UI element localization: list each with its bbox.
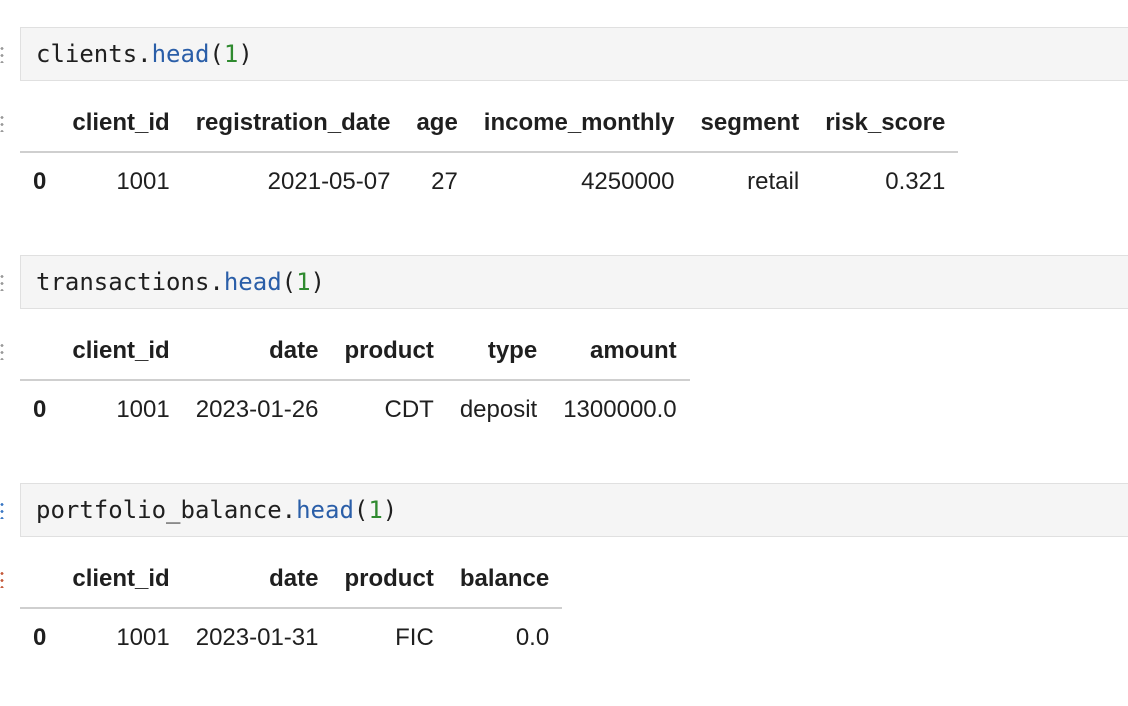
column-header: age — [416, 109, 458, 136]
row-index: 0 — [33, 624, 47, 651]
dataframe-output: client_id date product type amount 0 100… — [20, 323, 690, 439]
code-method: head — [296, 496, 354, 524]
code-object: clients — [36, 40, 138, 68]
column-header: client_id — [72, 109, 170, 136]
column-header: risk_score — [825, 109, 946, 136]
table-cell: 1001 — [116, 168, 170, 195]
cell-prompt-marker — [0, 45, 4, 63]
table-cell: 2023-01-26 — [195, 396, 319, 423]
table-header-row: client_id date product balance — [20, 551, 563, 608]
column-header: product — [344, 337, 434, 364]
column-header: registration_date — [195, 109, 391, 136]
dataframe-output: client_id registration_date age income_m… — [20, 95, 959, 211]
dataframe-output: client_id date product balance 0 1001 20… — [20, 551, 563, 667]
table-cell: 0.0 — [515, 624, 550, 651]
code-method: head — [151, 40, 210, 68]
table-cell: 27 — [431, 168, 458, 195]
output-prompt-marker — [0, 570, 4, 588]
table-cell: 1001 — [116, 396, 170, 423]
table-cell: CDT — [384, 396, 434, 423]
table-header-row: client_id date product type amount — [20, 323, 690, 380]
code-argument: 1 — [296, 268, 311, 296]
code-line: clients.head(1) — [36, 40, 253, 68]
table-cell: retail — [747, 168, 800, 195]
table-cell: 1001 — [116, 624, 170, 651]
table-cell: 4250000 — [581, 168, 675, 195]
column-header: balance — [459, 565, 550, 592]
column-header: date — [269, 337, 319, 364]
table-cell: deposit — [459, 396, 538, 423]
code-object: transactions — [36, 268, 210, 296]
table-header-row: client_id registration_date age income_m… — [20, 95, 959, 152]
code-line: portfolio_balance.head(1) — [36, 496, 398, 524]
code-method: head — [223, 268, 282, 296]
row-index: 0 — [33, 168, 47, 195]
code-argument: 1 — [223, 40, 239, 68]
column-header: client_id — [72, 337, 170, 364]
column-header: segment — [700, 109, 800, 136]
table-row: 0 1001 2021-05-07 27 4250000 retail 0.32… — [20, 152, 958, 211]
column-header: amount — [589, 337, 677, 364]
cell-prompt-marker — [0, 273, 4, 291]
index-header — [20, 551, 59, 608]
table-cell: 2023-01-31 — [195, 624, 319, 651]
table-cell: FIC — [395, 624, 434, 651]
index-header — [20, 95, 59, 152]
table-row: 0 1001 2023-01-31 FIC 0.0 — [20, 608, 562, 667]
column-header: income_monthly — [483, 109, 675, 136]
output-prompt-marker — [0, 114, 4, 132]
column-header: client_id — [72, 565, 170, 592]
column-header: date — [269, 565, 319, 592]
notebook: clients.head(1) client_id registration_d… — [0, 0, 1128, 706]
table-cell: 1300000.0 — [563, 396, 677, 423]
table-row: 0 1001 2023-01-26 CDT deposit 1300000.0 — [20, 380, 690, 439]
output-prompt-marker — [0, 342, 4, 360]
table-cell: 0.321 — [885, 168, 946, 195]
code-object: portfolio_balance — [36, 496, 282, 524]
code-input[interactable]: portfolio_balance.head(1) — [20, 483, 1128, 537]
code-input[interactable]: clients.head(1) — [20, 27, 1128, 81]
table-cell: 2021-05-07 — [267, 168, 391, 195]
code-argument: 1 — [368, 496, 383, 524]
code-input[interactable]: transactions.head(1) — [20, 255, 1128, 309]
cell-prompt-marker — [0, 501, 4, 519]
code-line: transactions.head(1) — [36, 268, 325, 296]
index-header — [20, 323, 59, 380]
row-index: 0 — [33, 396, 47, 423]
column-header: product — [344, 565, 434, 592]
column-header: type — [487, 337, 538, 364]
